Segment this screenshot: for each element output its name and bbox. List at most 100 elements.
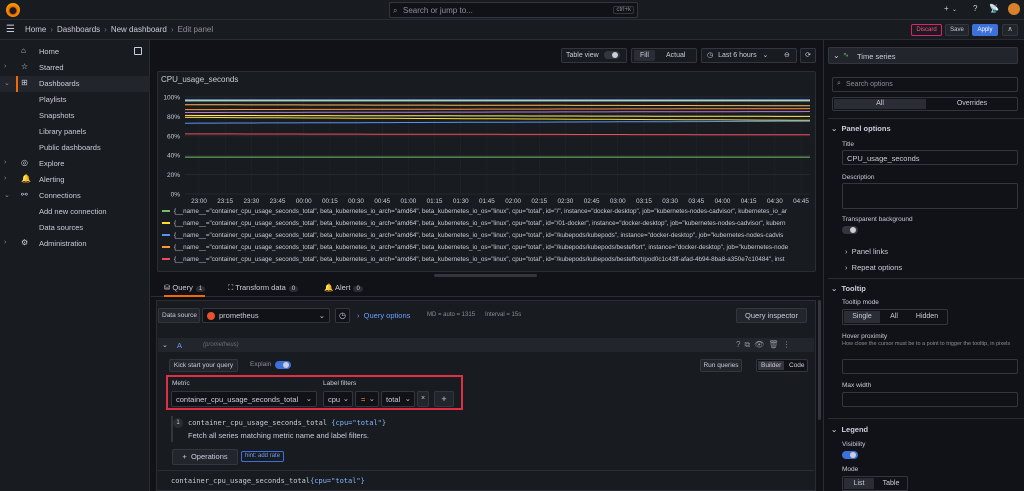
sidebar-item-home[interactable]: ⌂ Home — [0, 44, 150, 60]
sidebar-item-add-new-connection[interactable]: Add new connection — [0, 204, 150, 220]
sidebar-item-public-dashboards[interactable]: Public dashboards — [0, 140, 150, 156]
add-filter-button[interactable]: + — [434, 391, 454, 407]
sidebar-item-dashboards[interactable]: ⌄ ⊞ Dashboards — [0, 76, 150, 92]
explain-toggle[interactable] — [275, 361, 291, 369]
add-operations-button[interactable]: + Operations — [172, 449, 238, 465]
title-input[interactable]: CPU_usage_seconds — [842, 150, 1018, 165]
query-history-button[interactable]: ◷ — [335, 308, 350, 323]
mode-all-option[interactable]: All — [885, 311, 903, 323]
dock-menu-icon[interactable] — [134, 47, 142, 55]
user-avatar[interactable] — [1008, 3, 1020, 15]
sidebar-item-starred[interactable]: › ☆ Starred — [0, 60, 150, 76]
sidebar-item-playlists[interactable]: Playlists — [0, 92, 150, 108]
hint-add-rate-button[interactable]: hint: add rate — [241, 451, 285, 462]
legend-item[interactable]: {__name__="container_cpu_usage_seconds_t… — [162, 208, 812, 220]
step-description: Fetch all series matching metric name an… — [188, 431, 369, 440]
scrollbar[interactable] — [818, 300, 821, 420]
tab-overrides[interactable]: Overrides — [927, 99, 1017, 109]
transparent-toggle[interactable] — [842, 226, 858, 234]
mode-table-option[interactable]: Table — [876, 478, 906, 489]
datasource-label: Data source — [158, 308, 200, 323]
tab-transform-data[interactable]: ⛶ Transform data 0 — [228, 283, 299, 297]
chevron-down-icon[interactable]: ⌄ — [4, 79, 10, 87]
hover-proximity-label: Hover proximity — [842, 333, 888, 340]
label-filters-label: Label filters — [323, 380, 357, 387]
apply-button[interactable]: Apply — [972, 24, 998, 36]
breadcrumb: Home › Dashboards › New dashboard › Edit panel — [25, 25, 214, 34]
panel-links-toggle[interactable]: › Panel links — [845, 247, 888, 256]
repeat-options-toggle[interactable]: › Repeat options — [845, 263, 902, 272]
sidebar-item-alerting[interactable]: › 🔔 Alerting — [0, 172, 150, 188]
actual-option[interactable]: Actual — [666, 49, 685, 62]
builder-option[interactable]: Builder — [758, 361, 785, 370]
menu-icon[interactable]: ☰ — [6, 24, 15, 35]
panel-resize-handle[interactable] — [434, 274, 537, 277]
refresh-button[interactable]: ⟳ — [800, 48, 816, 63]
mode-hidden-option[interactable]: Hidden — [911, 311, 943, 323]
query-inspector-button[interactable]: Query inspector — [736, 308, 807, 323]
mode-single-option[interactable]: Single — [844, 311, 880, 323]
query-row-actions[interactable]: ?⧉👁🗑⋮ — [736, 340, 794, 350]
table-view-switch[interactable] — [603, 51, 620, 60]
tab-query[interactable]: ⛁ Query 1 — [164, 283, 206, 297]
legend-visibility-toggle[interactable] — [842, 451, 858, 459]
tooltip-header[interactable]: ⌄ Tooltip — [831, 284, 866, 293]
sidebar-item-connections[interactable]: ⌄ ⚯ Connections — [0, 188, 150, 204]
grafana-logo-icon[interactable] — [6, 3, 20, 17]
sidebar-item-explore[interactable]: › ◎ Explore — [0, 156, 150, 172]
hover-proximity-input[interactable] — [842, 359, 1018, 374]
breadcrumb-home[interactable]: Home — [25, 25, 46, 34]
datasource-picker[interactable]: prometheus ⌄ — [202, 308, 330, 323]
sidebar-item-snapshots[interactable]: Snapshots — [0, 108, 150, 124]
chevron-right-icon[interactable]: › — [4, 175, 6, 182]
table-view-toggle[interactable]: Table view — [561, 48, 627, 63]
news-icon[interactable]: 📡 — [989, 4, 999, 13]
sidebar-item-library-panels[interactable]: Library panels — [0, 124, 150, 140]
breadcrumb-new-dashboard[interactable]: New dashboard — [111, 25, 167, 34]
tab-all[interactable]: All — [834, 99, 926, 109]
legend-item[interactable]: {__name__="container_cpu_usage_seconds_t… — [162, 232, 812, 244]
table-view-label: Table view — [566, 52, 599, 59]
chevron-down-icon[interactable]: ⌄ — [4, 191, 10, 199]
options-search-input[interactable]: ⌕ Search options — [832, 77, 1018, 92]
discard-button[interactable]: Discard — [911, 24, 942, 36]
code-option[interactable]: Code — [789, 361, 805, 370]
metric-select[interactable]: container_cpu_usage_seconds_total ⌄ — [171, 391, 317, 407]
legend-item[interactable]: {__name__="container_cpu_usage_seconds_t… — [162, 220, 812, 232]
new-icon[interactable]: + — [944, 4, 949, 13]
chevron-right-icon[interactable]: › — [4, 239, 6, 246]
breadcrumb-dashboards[interactable]: Dashboards — [57, 25, 100, 34]
sidebar-item-administration[interactable]: › ⚙ Administration — [0, 236, 150, 252]
collapse-options-button[interactable]: ∧ — [1002, 24, 1018, 36]
chevron-down-icon[interactable]: ⌄ — [952, 6, 957, 13]
filter-operator-select[interactable]: = ⌄ — [355, 391, 379, 407]
visualization-picker[interactable]: ⌄ ∿ Time series — [828, 47, 1018, 64]
remove-filter-button[interactable]: × — [417, 391, 429, 407]
time-range-picker[interactable]: ◷ Last 6 hours ⌄ ⊖ — [701, 48, 797, 63]
legend-header[interactable]: ⌄ Legend — [831, 425, 868, 434]
tab-alert[interactable]: 🔔 Alert 0 — [324, 283, 363, 297]
kickstart-button[interactable]: Kick start your query — [169, 359, 238, 372]
chevron-down-icon[interactable]: ⌄ — [162, 341, 168, 349]
zoom-out-icon[interactable]: ⊖ — [784, 49, 790, 62]
sidebar-item-data-sources[interactable]: Data sources — [0, 220, 150, 236]
mode-list-option[interactable]: List — [844, 478, 874, 489]
save-button[interactable]: Save — [945, 24, 969, 36]
run-queries-button[interactable]: Run queries — [700, 359, 742, 372]
chevron-right-icon[interactable]: › — [4, 63, 6, 70]
legend-item[interactable]: {__name__="container_cpu_usage_seconds_t… — [162, 244, 812, 256]
description-textarea[interactable] — [842, 183, 1018, 209]
search-input[interactable]: ⌕ Search or jump to... ctrl+k — [389, 2, 638, 18]
filter-value-select[interactable]: total ⌄ — [381, 391, 415, 407]
query-options-toggle[interactable]: › Query options — [357, 311, 410, 320]
filter-key-select[interactable]: cpu ⌄ — [323, 391, 353, 407]
max-width-input[interactable] — [842, 392, 1018, 407]
fill-option[interactable]: Fill — [634, 50, 655, 61]
legend-label: {__name__="container_cpu_usage_seconds_t… — [174, 208, 787, 215]
help-icon[interactable]: ? — [973, 4, 977, 13]
visibility-label: Visibility — [842, 441, 866, 448]
chevron-right-icon[interactable]: › — [4, 159, 6, 166]
legend-item[interactable]: {__name__="container_cpu_usage_seconds_t… — [162, 256, 812, 268]
panel-options-header[interactable]: ⌄ Panel options — [831, 124, 891, 133]
query-ref-id[interactable]: A — [177, 341, 182, 350]
